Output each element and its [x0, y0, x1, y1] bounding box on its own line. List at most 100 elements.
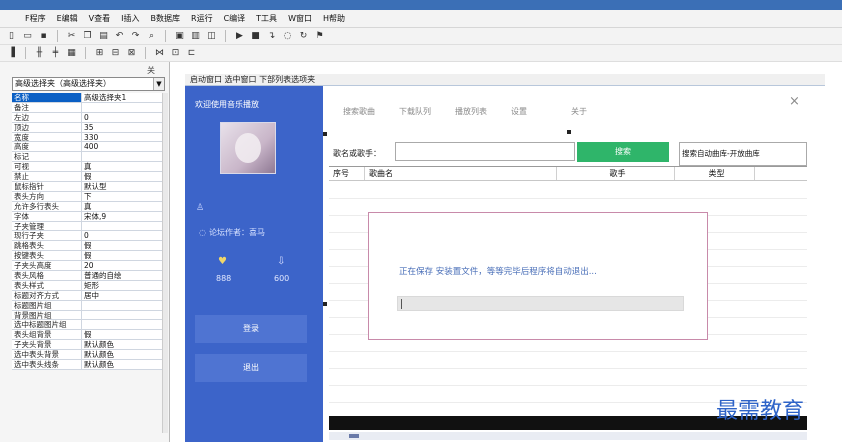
property-row[interactable]: 子夹管理 [12, 221, 162, 232]
column-header[interactable]: 歌曲名 [365, 167, 557, 180]
property-row[interactable]: 字体 宋体,9 [12, 211, 162, 222]
property-value[interactable]: 下 [82, 191, 162, 201]
menu-window[interactable]: W窗口 [288, 13, 312, 24]
property-value[interactable]: 宋体,9 [82, 211, 162, 221]
layout-icon[interactable]: ▥ [190, 31, 201, 42]
property-row[interactable]: 备注 [12, 102, 162, 113]
resize-handle[interactable] [323, 132, 327, 136]
property-value[interactable]: 假 [82, 330, 162, 340]
frame-icon[interactable]: ⊡ [170, 48, 181, 59]
column-header[interactable]: 类型 [675, 167, 755, 180]
scroll-thumb[interactable] [349, 434, 359, 438]
group-icon[interactable]: ⊠ [126, 48, 137, 59]
library-select[interactable]: 搜索自动曲库-开放曲库 [679, 142, 807, 166]
property-row[interactable]: 左边 0 [12, 112, 162, 123]
resize-handle[interactable] [323, 302, 327, 306]
property-row[interactable]: 标记 [12, 152, 162, 163]
open-icon[interactable]: ▭ [22, 31, 33, 42]
property-row[interactable]: 子夹头高度 20 [12, 261, 162, 272]
properties-scrollbar[interactable] [162, 93, 168, 433]
property-row[interactable]: 现行子夹 0 [12, 231, 162, 242]
property-row[interactable]: 宽度 330 [12, 132, 162, 143]
property-value[interactable]: 0 [82, 231, 162, 241]
compile-icon[interactable]: ⚑ [314, 31, 325, 42]
menu-insert[interactable]: I插入 [121, 13, 139, 24]
breakpoint-icon[interactable]: ◌ [282, 31, 293, 42]
align-left-icon[interactable]: ▐ [6, 48, 17, 59]
property-row[interactable]: 表头方向下 [12, 191, 162, 202]
menu-database[interactable]: B数据库 [151, 13, 181, 24]
menu-compile[interactable]: C编译 [224, 13, 246, 24]
property-row[interactable]: 跳格表头假 [12, 241, 162, 252]
property-row[interactable]: 表头样式 矩形 [12, 280, 162, 291]
property-row[interactable]: 表头风格 普通的自绘 [12, 271, 162, 281]
property-row[interactable]: 允许多行表头真 [12, 201, 162, 212]
property-value[interactable]: 居中 [82, 290, 162, 300]
resize-handle[interactable] [567, 130, 571, 134]
stop-icon[interactable]: ■ [250, 31, 261, 42]
column-header[interactable]: 序号 [329, 167, 365, 180]
close-icon[interactable]: × [789, 94, 800, 109]
property-row[interactable]: 禁止假 [12, 172, 162, 183]
property-row[interactable]: 标题对齐方式 居中 [12, 290, 162, 301]
property-value[interactable]: 330 [82, 132, 162, 142]
component-selector[interactable]: 高级选择夹（高级选择夹） ▼ [12, 77, 165, 91]
property-value[interactable]: 35 [82, 122, 162, 132]
order-icon[interactable]: ⋈ [154, 48, 165, 59]
tab-download[interactable]: 下载队列 [399, 106, 431, 117]
tab-playlist[interactable]: 播放列表 [455, 106, 487, 117]
menu-program[interactable]: F程序 [25, 13, 46, 24]
property-value[interactable]: 400 [82, 142, 162, 152]
property-value[interactable]: 矩形 [82, 280, 162, 290]
tab-settings[interactable]: 设置 [511, 106, 527, 117]
run-icon[interactable]: ▶ [234, 31, 245, 42]
property-value[interactable]: 假 [82, 241, 162, 251]
step-over-icon[interactable]: ↻ [298, 31, 309, 42]
search-button[interactable]: 搜索 [577, 142, 669, 162]
property-value[interactable]: 默认型 [82, 182, 162, 191]
property-value[interactable]: 20 [82, 261, 162, 271]
menu-edit[interactable]: E编辑 [57, 13, 78, 24]
property-value[interactable]: 默认颜色 [82, 340, 162, 350]
property-row[interactable]: 高度 400 [12, 142, 162, 153]
table-icon[interactable]: ⊞ [94, 48, 105, 59]
property-value[interactable]: 默认颜色 [82, 350, 162, 360]
align-right-icon[interactable]: ╪ [50, 48, 61, 59]
menu-run[interactable]: R运行 [191, 13, 213, 24]
split-icon[interactable]: ◫ [206, 31, 217, 42]
property-value[interactable] [82, 152, 162, 162]
property-row[interactable]: 表头组背景假 [12, 330, 162, 341]
window-icon[interactable]: ▣ [174, 31, 185, 42]
redo-icon[interactable]: ↷ [130, 31, 141, 42]
property-row[interactable]: 选中表头线条 默认颜色 [12, 360, 162, 370]
property-row[interactable]: 子夹头背景 默认颜色 [12, 340, 162, 351]
login-button[interactable]: 登录 [195, 315, 307, 343]
align-center-icon[interactable]: ╫ [34, 48, 45, 59]
copy-icon[interactable]: ❐ [82, 31, 93, 42]
property-value[interactable]: 真 [82, 201, 162, 211]
menu-tools[interactable]: T工具 [256, 13, 277, 24]
property-value[interactable]: 默认颜色 [82, 360, 162, 369]
find-icon[interactable]: ⌕ [146, 31, 157, 42]
chevron-down-icon[interactable]: ▼ [153, 78, 164, 90]
property-row[interactable]: 选中表头背景 默认颜色 [12, 350, 162, 361]
property-value[interactable]: 普通的自绘 [82, 271, 162, 280]
property-row[interactable]: 背景图片组 [12, 310, 162, 321]
search-input[interactable] [395, 142, 575, 161]
property-row[interactable]: 顶边 35 [12, 122, 162, 133]
paste-icon[interactable]: ▤ [98, 31, 109, 42]
cut-icon[interactable]: ✂ [66, 31, 77, 42]
property-row[interactable]: 标题图片组 [12, 300, 162, 311]
column-header[interactable]: 歌手 [557, 167, 675, 180]
logout-button[interactable]: 退出 [195, 354, 307, 382]
editor-tab-strip[interactable]: 启动窗口 选中窗口 下部列表选项夹 [185, 74, 825, 86]
property-row[interactable]: 选中标题图片组 [12, 320, 162, 331]
save-icon[interactable]: ▪ [38, 31, 49, 42]
grid-icon[interactable]: ▦ [66, 48, 77, 59]
property-value[interactable]: 0 [82, 112, 162, 122]
tab-about[interactable]: 关于 [571, 106, 587, 117]
tab-search[interactable]: 搜索歌曲 [343, 106, 375, 117]
undo-icon[interactable]: ↶ [114, 31, 125, 42]
new-icon[interactable]: ▯ [6, 31, 17, 42]
step-icon[interactable]: ↴ [266, 31, 277, 42]
